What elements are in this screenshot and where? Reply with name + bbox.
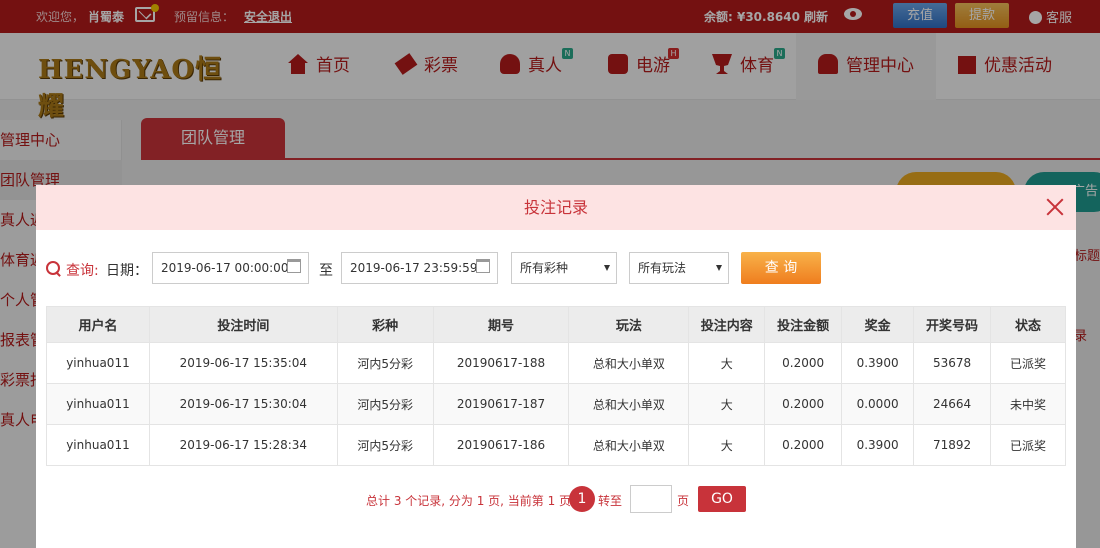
bet-records-table: 用户名 投注时间 彩种 期号 玩法 投注内容 投注金额 奖金 开奖号码 状态 y… bbox=[46, 306, 1066, 466]
query-label: 查询: bbox=[66, 263, 99, 279]
cell-draw-number: 24664 bbox=[913, 383, 992, 425]
cell-username: yinhua011 bbox=[46, 342, 150, 384]
calendar-icon[interactable] bbox=[476, 259, 490, 273]
page-number-button[interactable]: 1 bbox=[569, 486, 595, 512]
cell-prize: 0.3900 bbox=[841, 342, 915, 384]
dropdown-arrow-icon bbox=[716, 265, 722, 271]
cell-status: 未中奖 bbox=[990, 383, 1066, 425]
column-header: 玩法 bbox=[568, 306, 690, 343]
cell-issue: 20190617-186 bbox=[432, 424, 570, 466]
cell-content: 大 bbox=[688, 424, 766, 466]
end-date-input[interactable]: 2019-06-17 23:59:59 bbox=[341, 252, 498, 284]
column-header: 投注内容 bbox=[688, 306, 766, 343]
cell-username: yinhua011 bbox=[46, 424, 150, 466]
cell-prize: 0.3900 bbox=[841, 424, 915, 466]
cell-username: yinhua011 bbox=[46, 383, 150, 425]
table-row: yinhua011 2019-06-17 15:28:34 河内5分彩 2019… bbox=[46, 424, 1066, 466]
column-header: 投注时间 bbox=[148, 306, 338, 343]
cell-play: 总和大小单双 bbox=[568, 383, 690, 425]
date-label: 日期： bbox=[106, 263, 148, 279]
lottery-type-select[interactable]: 所有彩种 bbox=[511, 252, 617, 284]
go-button[interactable]: GO bbox=[698, 486, 746, 512]
column-header: 状态 bbox=[990, 306, 1066, 343]
dropdown-arrow-icon bbox=[604, 265, 610, 271]
query-button[interactable]: 查 询 bbox=[741, 252, 821, 284]
table-row: yinhua011 2019-06-17 15:30:04 河内5分彩 2019… bbox=[46, 383, 1066, 425]
pagination-summary: 总计 3 个记录, 分为 1 页, 当前第 1 页 bbox=[366, 494, 572, 508]
column-header: 彩种 bbox=[336, 306, 434, 343]
column-header: 用户名 bbox=[46, 306, 150, 343]
cell-lottery: 河内5分彩 bbox=[336, 424, 434, 466]
close-icon[interactable] bbox=[1044, 196, 1066, 218]
cell-issue: 20190617-187 bbox=[432, 383, 570, 425]
start-date-input[interactable]: 2019-06-17 00:00:00 bbox=[152, 252, 309, 284]
calendar-icon[interactable] bbox=[287, 259, 301, 273]
cell-prize: 0.0000 bbox=[841, 383, 915, 425]
cell-amount: 0.2000 bbox=[764, 342, 843, 384]
goto-label: 转至 bbox=[598, 494, 623, 508]
column-header: 开奖号码 bbox=[913, 306, 992, 343]
page-unit-label: 页 bbox=[677, 494, 690, 508]
cell-content: 大 bbox=[688, 383, 766, 425]
modal-title: 投注记录 bbox=[523, 198, 588, 217]
cell-issue: 20190617-188 bbox=[432, 342, 570, 384]
cell-content: 大 bbox=[688, 342, 766, 384]
table-row: yinhua011 2019-06-17 15:35:04 河内5分彩 2019… bbox=[46, 342, 1066, 384]
cell-status: 已派奖 bbox=[990, 424, 1066, 466]
cell-play: 总和大小单双 bbox=[568, 342, 690, 384]
cell-draw-number: 71892 bbox=[913, 424, 992, 466]
search-icon bbox=[46, 261, 61, 276]
cell-draw-number: 53678 bbox=[913, 342, 992, 384]
cell-status: 已派奖 bbox=[990, 342, 1066, 384]
cell-bet-time: 2019-06-17 15:30:04 bbox=[148, 383, 338, 425]
column-header: 奖金 bbox=[841, 306, 915, 343]
cell-bet-time: 2019-06-17 15:28:34 bbox=[148, 424, 338, 466]
table-header-row: 用户名 投注时间 彩种 期号 玩法 投注内容 投注金额 奖金 开奖号码 状态 bbox=[46, 306, 1066, 343]
goto-page-input[interactable] bbox=[630, 485, 672, 513]
bet-records-modal: 投注记录 查询: 日期： 2019-06-17 00:00:00 至 2019-… bbox=[36, 185, 1076, 548]
select-value: 所有玩法 bbox=[638, 261, 687, 275]
column-header: 投注金额 bbox=[764, 306, 843, 343]
column-header: 期号 bbox=[432, 306, 570, 343]
cell-lottery: 河内5分彩 bbox=[336, 342, 434, 384]
select-value: 所有彩种 bbox=[520, 261, 569, 275]
cell-amount: 0.2000 bbox=[764, 424, 843, 466]
cell-lottery: 河内5分彩 bbox=[336, 383, 434, 425]
cell-amount: 0.2000 bbox=[764, 383, 843, 425]
to-label: 至 bbox=[319, 263, 333, 279]
play-type-select[interactable]: 所有玩法 bbox=[629, 252, 729, 284]
cell-bet-time: 2019-06-17 15:35:04 bbox=[148, 342, 338, 384]
cell-play: 总和大小单双 bbox=[568, 424, 690, 466]
